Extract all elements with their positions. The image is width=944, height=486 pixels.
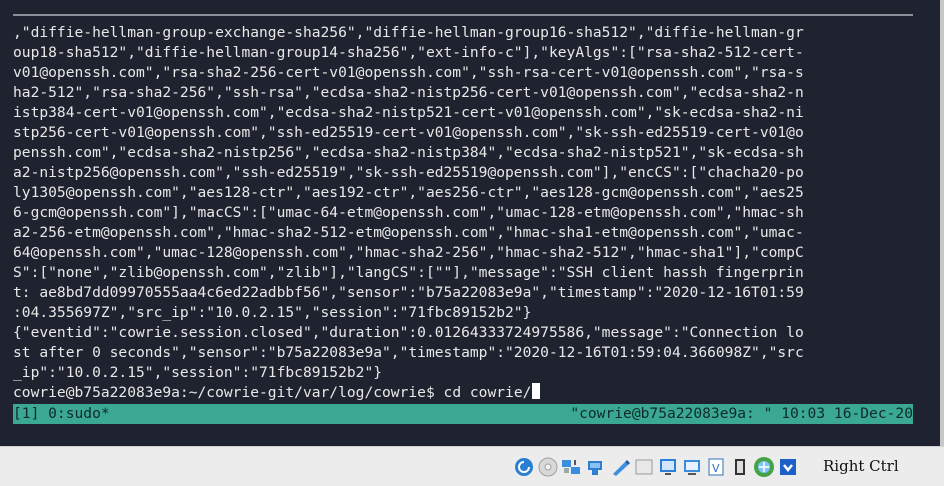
- terminal-line: S":["none","zlib@openssh.com","zlib"],"l…: [13, 264, 804, 281]
- terminal-line: :04.355697Z","src_ip":"10.0.2.15","sessi…: [13, 304, 532, 321]
- video-capture-icon[interactable]: [729, 456, 751, 478]
- terminal-line: v01@openssh.com","rsa-sha2-256-cert-v01@…: [13, 64, 804, 81]
- shared-clipboard-icon[interactable]: V: [705, 456, 727, 478]
- usb-icon[interactable]: [585, 456, 607, 478]
- scrollbar[interactable]: [940, 0, 944, 446]
- terminal-line: a2-256-etm@openssh.com","hmac-sha2-512-e…: [13, 224, 804, 241]
- shared-folders-icon[interactable]: [609, 456, 631, 478]
- guest-additions-icon[interactable]: [777, 456, 799, 478]
- cd-disc-icon[interactable]: [537, 456, 559, 478]
- terminal-line: _ip":"10.0.2.15","session":"71fbc89152b2…: [13, 364, 383, 381]
- virtualbox-status-bar: V Right Ctrl: [0, 446, 944, 486]
- host-key-label: Right Ctrl: [823, 457, 899, 475]
- terminal-line: oup18-sha512","diffie-hellman-group14-sh…: [13, 44, 804, 61]
- tmux-window-list[interactable]: [1] 0:sudo*: [13, 404, 110, 424]
- terminal-line: a2-nistp256@openssh.com","ssh-ed25519","…: [13, 164, 804, 181]
- tmux-status-right: "cowrie@b75a22083e9a: " 10:03 16-Dec-20: [570, 405, 913, 422]
- svg-text:V: V: [712, 462, 720, 475]
- network-icon[interactable]: [561, 456, 583, 478]
- terminal-line: stp256-cert-v01@openssh.com","ssh-ed2551…: [13, 124, 804, 141]
- terminal-window[interactable]: ,"diffie-hellman-group-exchange-sha256",…: [0, 0, 944, 446]
- display-icon[interactable]: [657, 456, 679, 478]
- monitor-icon[interactable]: [681, 456, 703, 478]
- terminal-line: st after 0 seconds","sensor":"b75a22083e…: [13, 344, 804, 361]
- terminal-line: ha2-512","rsa-sha2-256","ssh-rsa","ecdsa…: [13, 84, 804, 101]
- terminal-line: ,"diffie-hellman-group-exchange-sha256",…: [13, 24, 804, 41]
- terminal-line: 64@openssh.com","umac-128@openssh.com","…: [13, 244, 804, 261]
- terminal-line: istp384-cert-v01@openssh.com","ecdsa-sha…: [13, 104, 804, 121]
- terminal-line: t: ae8bd7dd09970555aa4c6ed22adbbf56","se…: [13, 284, 804, 301]
- pane-divider: [13, 14, 913, 16]
- shell-prompt: cowrie@b75a22083e9a:~/cowrie-git/var/log…: [13, 384, 444, 401]
- command-input[interactable]: cd cowrie/: [444, 384, 532, 401]
- optical-drive-icon[interactable]: [513, 456, 535, 478]
- mouse-integration-icon[interactable]: [753, 456, 775, 478]
- terminal-line: ly1305@openssh.com","aes128-ctr","aes192…: [13, 184, 804, 201]
- tmux-status-bar: [1] 0:sudo* "cowrie@b75a22083e9a: " 10:0…: [13, 404, 913, 424]
- terminal-line: penssh.com","ecdsa-sha2-nistp256","ecdsa…: [13, 144, 804, 161]
- pencil-icon[interactable]: [633, 456, 655, 478]
- text-cursor: [532, 383, 541, 399]
- terminal-line: 6-gcm@openssh.com"],"macCS":["umac-64-et…: [13, 204, 804, 221]
- device-icons: V: [513, 455, 799, 479]
- terminal-line: {"eventid":"cowrie.session.closed","dura…: [13, 324, 804, 341]
- terminal-output[interactable]: ,"diffie-hellman-group-exchange-sha256",…: [13, 23, 918, 403]
